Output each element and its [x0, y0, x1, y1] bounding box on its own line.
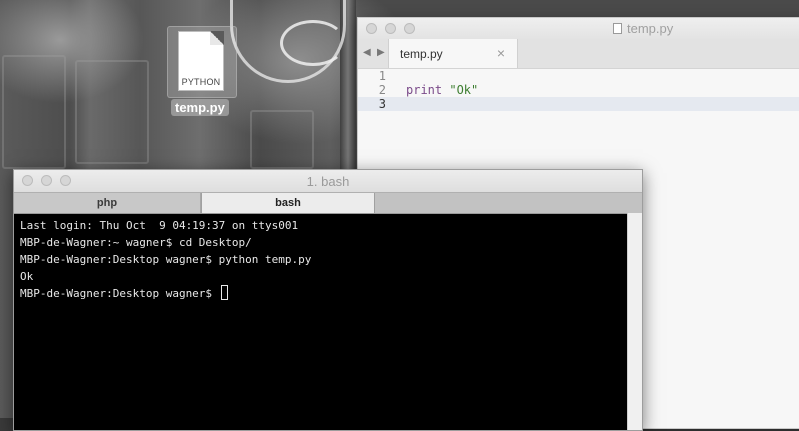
editor-tab-bar: ◀ ▶ temp.py ×: [358, 39, 799, 69]
code-editor[interactable]: 1 2 print "Ok" 3: [358, 69, 799, 111]
code-text[interactable]: print "Ok": [406, 83, 478, 97]
line-number: 3: [378, 97, 386, 111]
wall-panel: [250, 110, 314, 169]
close-icon[interactable]: ×: [497, 45, 505, 61]
terminal-scrollbar[interactable]: [627, 213, 642, 430]
terminal-titlebar[interactable]: 1. bash: [14, 170, 642, 192]
terminal-tab-bar: php bash: [14, 192, 642, 214]
window-controls: [366, 23, 415, 34]
tab-label: temp.py: [400, 47, 443, 61]
forward-arrow-icon[interactable]: ▶: [377, 47, 385, 58]
editor-title-text: temp.py: [627, 21, 674, 36]
close-button[interactable]: [366, 23, 377, 34]
wall-panel: [2, 55, 66, 169]
python-file-icon: PYTHON: [178, 31, 224, 91]
wall-panel: [75, 60, 149, 164]
terminal-line: Last login: Thu Oct 9 04:19:37 on ttys00…: [20, 219, 299, 232]
terminal-title: 1. bash: [306, 174, 350, 189]
code-line[interactable]: 2 print "Ok": [358, 83, 799, 97]
tab-bash[interactable]: bash: [201, 193, 375, 213]
terminal-prompt-line[interactable]: MBP-de-Wagner:Desktop wagner$: [20, 285, 622, 302]
editor-title: temp.py: [613, 21, 673, 36]
terminal-prompt: MBP-de-Wagner:Desktop wagner$: [20, 287, 219, 300]
tab-temp-py[interactable]: temp.py ×: [388, 39, 518, 68]
line-number: 2: [378, 83, 386, 97]
file-type-label: PYTHON: [181, 77, 221, 87]
terminal-window: 1. bash php bash Last login: Thu Oct 9 0…: [13, 169, 643, 431]
code-keyword: print: [406, 83, 443, 97]
terminal-line: MBP-de-Wagner:Desktop wagner$ python tem…: [20, 253, 312, 266]
minimize-button[interactable]: [385, 23, 396, 34]
code-line[interactable]: 1: [358, 69, 799, 83]
editor-titlebar[interactable]: temp.py: [358, 18, 799, 39]
tab-php[interactable]: php: [14, 193, 201, 213]
document-icon: [613, 23, 622, 34]
zoom-button[interactable]: [404, 23, 415, 34]
desktop-file-name[interactable]: temp.py: [171, 99, 229, 116]
terminal-line: Ok: [20, 270, 34, 283]
back-arrow-icon[interactable]: ◀: [363, 47, 371, 58]
current-code-line[interactable]: 3: [358, 97, 799, 111]
ornament: [280, 20, 346, 66]
terminal-output[interactable]: Last login: Thu Oct 9 04:19:37 on ttys00…: [14, 213, 628, 430]
line-number: 1: [378, 69, 386, 83]
terminal-cursor: [220, 285, 228, 300]
desktop-file-icon[interactable]: PYTHON: [167, 26, 237, 98]
terminal-line: MBP-de-Wagner:~ wagner$ cd Desktop/: [20, 236, 252, 249]
code-string: "Ok": [449, 83, 479, 97]
